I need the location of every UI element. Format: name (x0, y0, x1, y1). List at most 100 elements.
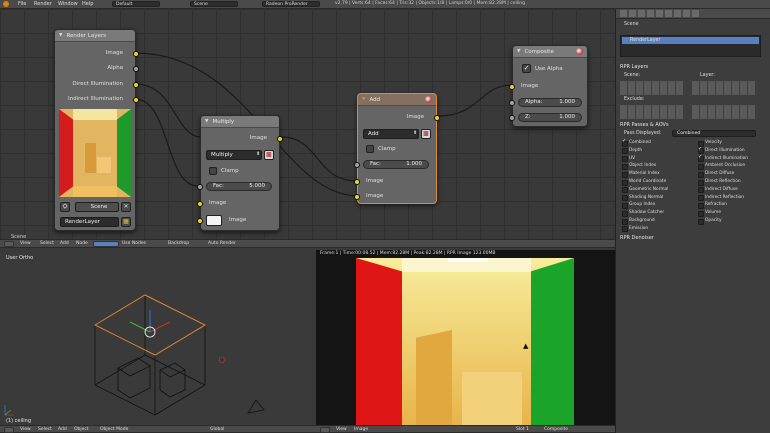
left-pass-checkbox[interactable]: Group Index (622, 202, 655, 209)
color-preview-icon[interactable]: ▩ (264, 150, 274, 160)
render-layer-list-item[interactable]: RenderLayer (622, 37, 759, 44)
image-menu-view[interactable]: View (336, 427, 347, 432)
clamp-checkbox[interactable] (209, 167, 217, 175)
input-image-socket-2[interactable] (354, 194, 360, 200)
composite-header[interactable]: ▼ Composite (513, 46, 587, 58)
output-indirect-socket[interactable] (133, 97, 139, 103)
right-pass-checkbox[interactable]: Indirect Illumination (698, 154, 748, 163)
transform-orientation-selector[interactable]: Global (210, 427, 224, 432)
exclude-toggle-grid[interactable] (620, 105, 760, 119)
right-pass-checkbox[interactable]: Indirect Reflection (698, 195, 744, 202)
fac-field[interactable]: Fac: 1.000 (363, 160, 429, 169)
fac-field[interactable]: Fac: 5.000 (206, 182, 272, 191)
input-image-socket-1[interactable] (197, 201, 203, 207)
render-layer-list[interactable]: RenderLayer (620, 35, 761, 57)
input-image-socket-2[interactable] (197, 218, 203, 224)
node-preview-icon[interactable] (576, 48, 583, 55)
left-pass-checkbox[interactable]: UV (622, 156, 635, 163)
editor-type-icon[interactable] (4, 241, 14, 247)
output-image-socket[interactable] (133, 51, 139, 57)
node-menu-add[interactable]: Add (60, 241, 69, 246)
render-layers-node[interactable]: ▼ Render Layers Image Alpha Direct Illum… (54, 29, 139, 231)
pass-displayed-dropdown[interactable]: Combined (672, 130, 756, 137)
add-node[interactable]: ▼ Add Image Add ⬍ ▩ Clamp Fac: 1.000 Ima… (354, 93, 440, 204)
input-fac-socket[interactable] (197, 184, 203, 190)
scene-selector[interactable]: Scene (190, 1, 238, 7)
right-pass-checkbox[interactable]: Volume (698, 210, 721, 217)
output-image-socket[interactable] (277, 136, 283, 142)
right-pass-checkbox[interactable]: Direct Reflection (698, 179, 741, 186)
render-layer-icon[interactable]: ▦ (121, 217, 131, 227)
viewport-menu-view[interactable]: View (20, 427, 31, 432)
output-direct-socket[interactable] (133, 82, 139, 88)
node-menu-select[interactable]: Select (40, 241, 54, 246)
alpha-field[interactable]: Alpha: 1.000 (518, 98, 582, 107)
viewport-menu-object[interactable]: Object (74, 427, 89, 432)
input-z-socket[interactable] (509, 115, 515, 121)
left-pass-checkbox[interactable]: World Coordinate (622, 179, 666, 186)
color-swatch[interactable] (206, 215, 222, 226)
render-pass-selector[interactable]: Composite (544, 427, 568, 432)
right-pass-checkbox[interactable]: Direct Illumination (698, 146, 745, 155)
composite-node[interactable]: ▼ Composite ✓ Use Alpha Image Alpha: 1.0… (509, 45, 588, 127)
multiply-node[interactable]: ▼ Multiply Image Multiply ⬍ ▩ Clamp Fac:… (197, 115, 283, 231)
scene-icon[interactable]: ⛭ (60, 202, 70, 212)
color-preview-icon[interactable]: ▩ (421, 129, 431, 139)
editor-type-icon[interactable] (4, 427, 14, 433)
left-pass-checkbox[interactable]: Object Index (622, 163, 656, 170)
properties-tab-icons[interactable] (620, 10, 700, 17)
left-pass-checkbox[interactable]: Geometric Normal (622, 187, 668, 194)
left-pass-checkbox[interactable]: Combined (622, 138, 651, 147)
add-header[interactable]: ▼ Add (358, 94, 436, 106)
node-preview-icon[interactable] (425, 96, 432, 103)
output-image-socket[interactable] (434, 115, 440, 121)
right-pass-checkbox[interactable]: Direct Diffuse (698, 171, 734, 178)
rpr-layers-panel-header[interactable]: RPR Layers (620, 64, 648, 70)
object-mode-selector[interactable]: Object Mode (100, 427, 128, 432)
menu-file[interactable]: File (18, 1, 26, 7)
input-image-socket-1[interactable] (354, 179, 360, 185)
scene-x-icon[interactable]: ✕ (121, 202, 131, 212)
left-pass-checkbox[interactable]: Shadow Catcher (622, 210, 664, 217)
editor-type-icon[interactable] (320, 427, 330, 433)
3d-viewport[interactable]: User Ortho (1) ceiling (0, 250, 316, 425)
z-field[interactable]: Z: 1.000 (518, 113, 582, 122)
right-pass-checkbox[interactable]: Refraction (698, 202, 727, 209)
left-pass-checkbox[interactable]: Emission (622, 226, 648, 233)
right-pass-checkbox[interactable]: Indirect Diffuse (698, 187, 738, 194)
right-pass-checkbox[interactable]: Ambient Occlusion (698, 163, 745, 170)
left-pass-checkbox[interactable]: Depth (622, 148, 642, 155)
render-engine-selector[interactable]: Radeon ProRender (262, 1, 320, 7)
clamp-checkbox[interactable] (366, 145, 374, 153)
menu-window[interactable]: Window (58, 1, 78, 7)
viewport-menu-add[interactable]: Add (58, 427, 67, 432)
render-layers-header[interactable]: ▼ Render Layers (55, 30, 135, 42)
input-fac-socket[interactable] (354, 162, 360, 168)
render-layer-field[interactable]: RenderLayer (60, 217, 119, 227)
render-image-view[interactable]: Frame:1 | Time:00:08.52 | Mem:82.28M | P… (316, 250, 615, 425)
viewport-menu-select[interactable]: Select (38, 427, 52, 432)
output-alpha-socket[interactable] (133, 66, 139, 72)
blend-mode-dropdown[interactable]: Add (363, 129, 419, 139)
left-pass-checkbox[interactable]: Shading Normal (622, 195, 663, 202)
node-menu-node[interactable]: Node (76, 241, 88, 246)
right-pass-checkbox[interactable]: Opacity (698, 218, 722, 225)
input-alpha-socket[interactable] (509, 100, 515, 106)
denoiser-panel-header[interactable]: RPR Denoiser (620, 235, 654, 241)
node-tree-type-buttons[interactable] (93, 241, 119, 247)
image-menu-image[interactable]: Image (354, 427, 368, 432)
node-editor[interactable]: ▼ Render Layers Image Alpha Direct Illum… (0, 9, 615, 240)
node-menu-view[interactable]: View (20, 241, 31, 246)
multiply-header[interactable]: ▼ Multiply (201, 116, 279, 128)
menu-help[interactable]: Help (82, 1, 93, 7)
blend-mode-dropdown[interactable]: Multiply (206, 150, 262, 160)
left-pass-checkbox[interactable]: Background (622, 218, 655, 225)
left-pass-checkbox[interactable]: Material Index (622, 171, 660, 178)
use-nodes-toggle[interactable]: Use Nodes (122, 241, 146, 246)
layer-toggle-grid[interactable] (620, 81, 760, 95)
auto-render-toggle[interactable]: Auto Render (208, 241, 236, 246)
right-pass-checkbox[interactable]: Velocity (698, 140, 722, 147)
layout-selector[interactable]: Default (112, 1, 160, 7)
backdrop-toggle[interactable]: Backdrop (168, 241, 189, 246)
scene-field[interactable]: Scene (75, 202, 119, 212)
